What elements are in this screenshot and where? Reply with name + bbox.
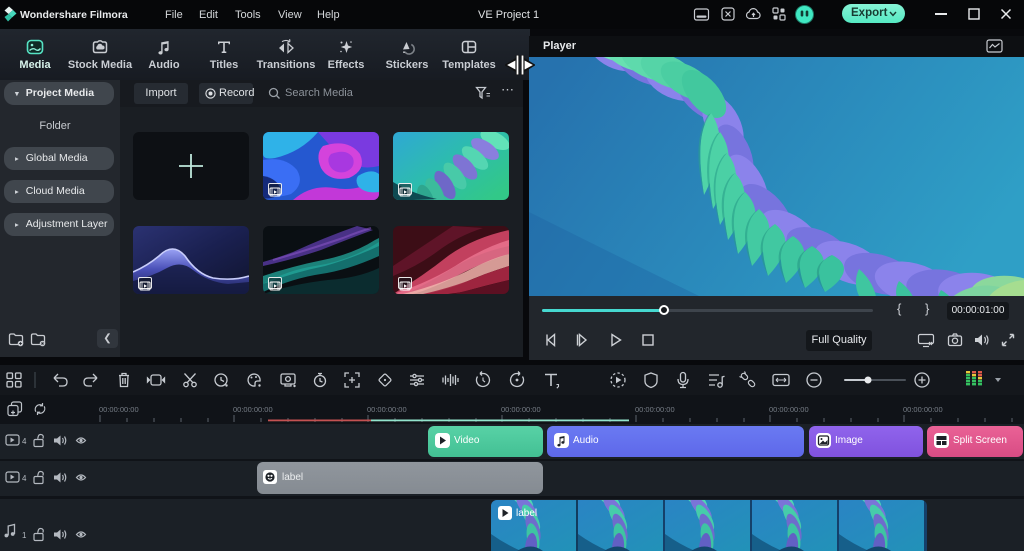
svg-text:00:00:00:00: 00:00:00:00 [233,405,273,414]
svg-text:00:00:00:00: 00:00:00:00 [903,405,943,414]
svg-text:00:00:00:00: 00:00:00:00 [769,405,809,414]
svg-text:4: 4 [22,437,27,446]
svg-text:00:00:00:00: 00:00:00:00 [635,405,675,414]
svg-text:00:00:00:00: 00:00:00:00 [501,405,541,414]
svg-text:00:00:00:00: 00:00:00:00 [99,405,139,414]
svg-text:1: 1 [22,531,27,540]
svg-text:00:00:00:00: 00:00:00:00 [367,405,407,414]
